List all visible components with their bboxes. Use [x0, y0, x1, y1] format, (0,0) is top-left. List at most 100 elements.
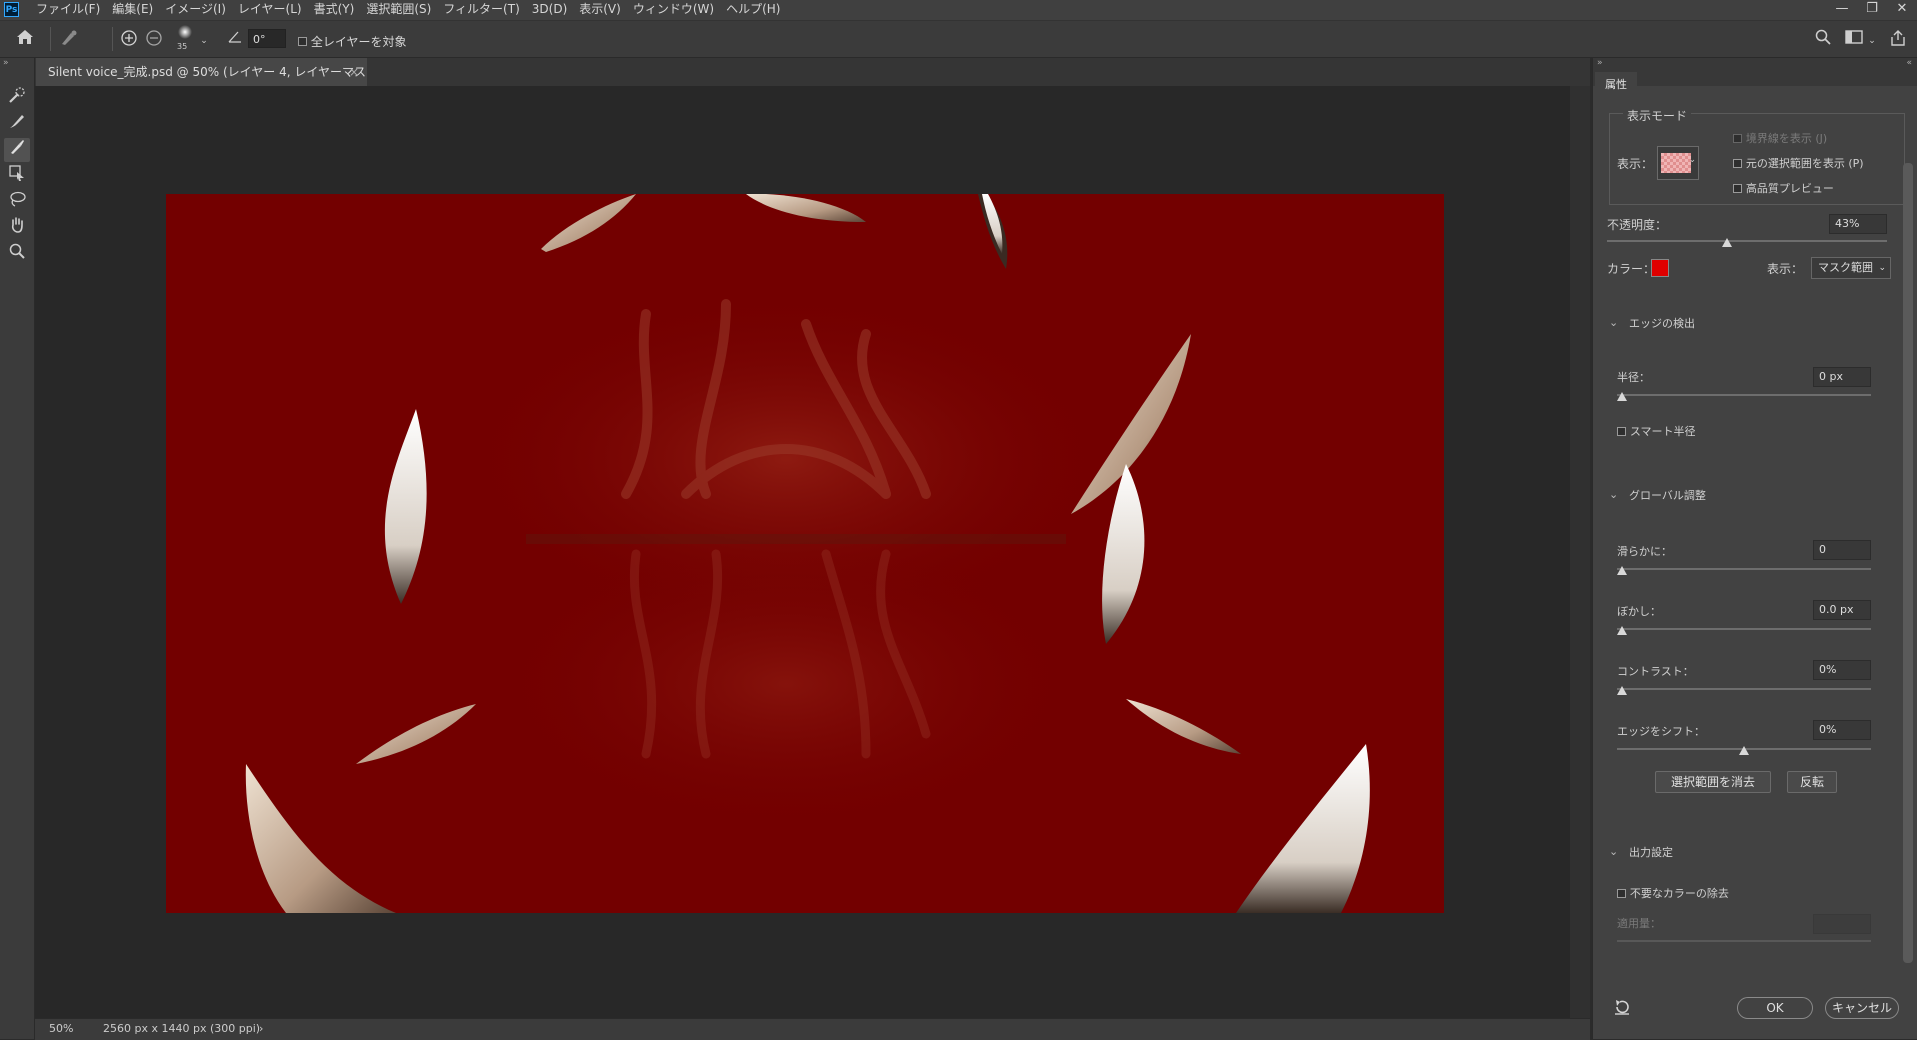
menu-edit[interactable]: 編集(E): [106, 0, 159, 20]
sample-all-layers-checkbox[interactable]: [298, 37, 307, 46]
hand-tool-icon[interactable]: [4, 216, 30, 240]
chevron-down-icon[interactable]: ⌄: [198, 31, 210, 51]
show-original-checkbox[interactable]: [1733, 158, 1742, 168]
menu-bar: Ps ファイル(F) 編集(E) イメージ(I) レイヤー(L) 書式(Y) 選…: [0, 0, 1917, 21]
menu-filter[interactable]: フィルター(T): [437, 0, 525, 20]
smart-radius-option[interactable]: スマート半径: [1617, 423, 1696, 439]
zoom-tool-icon[interactable]: [4, 242, 30, 266]
sample-all-layers-option[interactable]: 全レイヤーを対象: [298, 33, 406, 50]
search-icon[interactable]: [1813, 29, 1833, 50]
shift-edge-slider-thumb[interactable]: [1739, 746, 1749, 755]
quick-selection-tool-icon[interactable]: [4, 86, 30, 110]
tab-properties[interactable]: 属性: [1595, 72, 1637, 98]
clear-selection-button[interactable]: 選択範囲を消去: [1655, 771, 1771, 793]
invert-button[interactable]: 反転: [1787, 771, 1837, 793]
menu-view[interactable]: 表示(V): [573, 0, 627, 20]
show-original-label: 元の選択範囲を表示 (P): [1745, 157, 1864, 170]
radius-input[interactable]: 0 px: [1813, 367, 1871, 387]
contrast-input[interactable]: 0%: [1813, 660, 1871, 680]
panel-scrollbar-thumb[interactable]: [1903, 163, 1913, 963]
menu-file[interactable]: ファイル(F): [30, 0, 106, 20]
shift-edge-label: エッジをシフト：: [1617, 725, 1705, 738]
refine-edge-brush-tool-icon[interactable]: [4, 112, 30, 136]
overlay-color-swatch[interactable]: [1651, 259, 1669, 277]
high-quality-preview-option[interactable]: 高品質プレビュー: [1733, 180, 1834, 196]
radius-slider-track[interactable]: [1617, 394, 1871, 396]
properties-panel: » « 属性 表示モード 表示： ⌄ 境界線を表示 (J) 元の選択範囲を表示 …: [1592, 58, 1917, 1039]
menu-help[interactable]: ヘルプ(H): [720, 0, 786, 20]
feather-right-lower: [1126, 699, 1241, 754]
decontaminate-label: 不要なカラーの除去: [1629, 887, 1729, 900]
opacity-slider-thumb[interactable]: [1722, 238, 1733, 247]
high-quality-preview-checkbox[interactable]: [1733, 183, 1742, 193]
decontaminate-checkbox[interactable]: [1617, 888, 1626, 898]
panel-collapse-right-icon[interactable]: «: [1906, 58, 1912, 68]
angle-input[interactable]: 0°: [248, 29, 286, 48]
reset-icon[interactable]: [1613, 998, 1633, 1018]
share-icon[interactable]: [1887, 29, 1909, 52]
global-refinements-chevron-down-icon[interactable]: ⌄: [1609, 488, 1618, 501]
global-refinements-title[interactable]: グローバル調整: [1629, 487, 1706, 503]
menu-window[interactable]: ウィンドウ(W): [627, 0, 720, 20]
workspace-icon[interactable]: [1843, 29, 1865, 50]
menu-layer[interactable]: レイヤー(L): [232, 0, 308, 20]
radius-label: 半径：: [1617, 371, 1650, 384]
opacity-slider-track[interactable]: [1607, 240, 1887, 242]
show-dropdown-chevron-down-icon: ⌄: [1878, 263, 1886, 273]
close-window-button[interactable]: ✕: [1887, 0, 1917, 20]
refine-brush-preset-icon[interactable]: [56, 29, 82, 52]
smart-radius-checkbox[interactable]: [1617, 426, 1626, 436]
object-selection-tool-icon[interactable]: [4, 164, 30, 188]
panel-collapse-left-icon[interactable]: »: [1597, 58, 1603, 68]
canvas-vertical-scrollbar[interactable]: [1570, 86, 1590, 1018]
edge-detection-chevron-down-icon[interactable]: ⌄: [1609, 316, 1618, 329]
view-mode-dropdown[interactable]: ⌄: [1657, 146, 1699, 180]
feather-top-right: [978, 194, 1008, 269]
status-more-arrow-icon[interactable]: ›: [259, 1019, 263, 1039]
add-to-selection-icon[interactable]: [118, 29, 140, 52]
edge-detection-title[interactable]: エッジの検出: [1629, 315, 1695, 331]
ok-button[interactable]: OK: [1737, 997, 1813, 1019]
menu-type[interactable]: 書式(Y): [308, 0, 361, 20]
opacity-input[interactable]: 43%: [1829, 214, 1887, 234]
menu-3d[interactable]: 3D(D): [526, 0, 573, 20]
contrast-slider-thumb[interactable]: [1617, 686, 1627, 695]
minimize-button[interactable]: —: [1827, 0, 1857, 20]
brush-size-picker[interactable]: 35: [172, 24, 198, 54]
lasso-tool-icon[interactable]: [4, 190, 30, 214]
close-tab-icon[interactable]: ×: [349, 58, 359, 86]
show-original-option[interactable]: 元の選択範囲を表示 (P): [1733, 155, 1864, 171]
brush-tool-icon[interactable]: [4, 138, 30, 162]
zoom-level[interactable]: 50%: [49, 1019, 73, 1039]
smooth-slider-track[interactable]: [1617, 568, 1871, 570]
panel-tab-bar: » «: [1593, 58, 1917, 86]
feather-top-left: [541, 194, 636, 252]
smooth-slider-thumb[interactable]: [1617, 566, 1627, 575]
workspace-chevron-down-icon[interactable]: ⌄: [1866, 31, 1878, 51]
document-canvas[interactable]: [166, 194, 1444, 913]
show-edges-label: 境界線を表示 (J): [1745, 132, 1828, 145]
menu-image[interactable]: イメージ(I): [159, 0, 232, 20]
output-settings-chevron-down-icon[interactable]: ⌄: [1609, 845, 1618, 858]
feather-slider-track[interactable]: [1617, 628, 1871, 630]
show-dropdown[interactable]: マスク範囲 ⌄: [1811, 257, 1891, 279]
menu-select[interactable]: 選択範囲(S): [360, 0, 437, 20]
decontaminate-option[interactable]: 不要なカラーの除去: [1617, 885, 1729, 901]
subtract-from-selection-icon[interactable]: [143, 29, 165, 52]
restore-button[interactable]: ❐: [1857, 0, 1887, 20]
feather-bottom-left: [245, 764, 396, 913]
home-icon[interactable]: [12, 29, 38, 50]
angle-icon: [226, 29, 244, 50]
smooth-input[interactable]: 0: [1813, 540, 1871, 560]
smart-radius-label: スマート半径: [1629, 425, 1696, 438]
output-settings-title[interactable]: 出力設定: [1629, 844, 1673, 860]
document-tab[interactable]: Silent voice_完成.psd @ 50% (レイヤー 4, レイヤーマ…: [36, 58, 367, 86]
feather-label: ぼかし：: [1617, 605, 1661, 618]
radius-slider-thumb[interactable]: [1617, 392, 1627, 401]
cancel-button[interactable]: キャンセル: [1825, 997, 1899, 1019]
shift-edge-input[interactable]: 0%: [1813, 720, 1871, 740]
toolbar-collapse-icon[interactable]: »: [3, 58, 9, 68]
feather-slider-thumb[interactable]: [1617, 626, 1627, 635]
feather-input[interactable]: 0.0 px: [1813, 600, 1871, 620]
contrast-slider-track[interactable]: [1617, 688, 1871, 690]
